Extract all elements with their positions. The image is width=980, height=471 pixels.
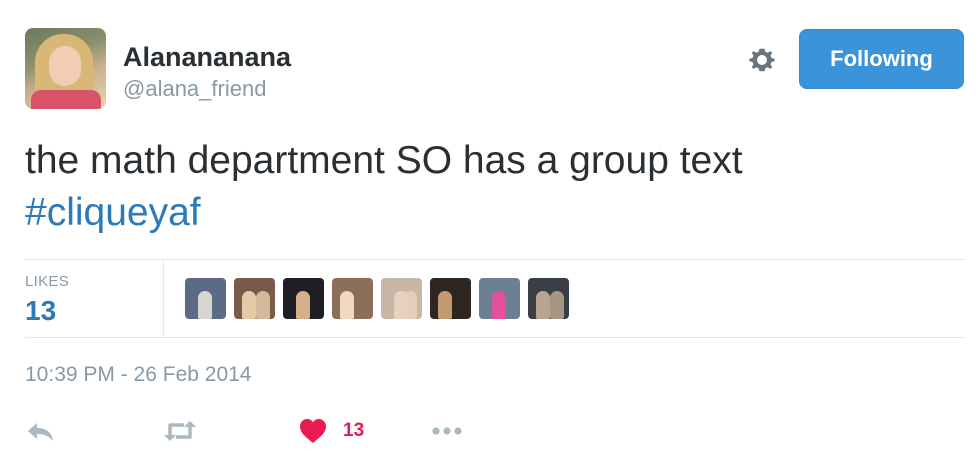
reply-icon[interactable] bbox=[25, 416, 57, 446]
timestamp[interactable]: 10:39 PM - 26 Feb 2014 bbox=[25, 363, 251, 387]
liker-figure bbox=[403, 291, 417, 319]
liker-figure bbox=[198, 291, 212, 319]
liker-avatar[interactable] bbox=[234, 278, 275, 319]
liker-avatar[interactable] bbox=[332, 278, 373, 319]
liker-avatar[interactable] bbox=[381, 278, 422, 319]
liker-figure bbox=[492, 291, 506, 319]
heart-icon[interactable] bbox=[298, 416, 328, 446]
liker-avatar[interactable] bbox=[283, 278, 324, 319]
liker-figure bbox=[550, 291, 564, 319]
retweet-icon[interactable] bbox=[162, 416, 198, 446]
liker-avatar[interactable] bbox=[528, 278, 569, 319]
liker-figure bbox=[438, 291, 452, 319]
likes-count[interactable]: 13 bbox=[25, 295, 56, 327]
stats-divider bbox=[163, 259, 164, 337]
more-icon[interactable] bbox=[430, 416, 464, 446]
avatar-face bbox=[49, 46, 81, 86]
likes-label: LIKES bbox=[25, 273, 70, 290]
liker-figure bbox=[340, 291, 354, 319]
like-count[interactable]: 13 bbox=[343, 420, 364, 442]
liker-avatar[interactable] bbox=[479, 278, 520, 319]
liker-figure bbox=[242, 291, 256, 319]
tweet-text: the math department SO has a group text … bbox=[25, 135, 955, 239]
divider bbox=[25, 259, 965, 260]
liker-figure bbox=[256, 291, 270, 319]
likers-list bbox=[185, 278, 569, 319]
avatar-shirt bbox=[31, 90, 101, 109]
tweet-body: the math department SO has a group text bbox=[25, 139, 743, 182]
liker-avatar[interactable] bbox=[185, 278, 226, 319]
avatar[interactable] bbox=[25, 28, 106, 109]
liker-avatar[interactable] bbox=[430, 278, 471, 319]
following-button[interactable]: Following bbox=[799, 29, 964, 89]
user-name[interactable]: Alanananana bbox=[123, 41, 291, 73]
liker-figure bbox=[536, 291, 550, 319]
divider bbox=[25, 337, 965, 338]
gear-icon[interactable] bbox=[745, 43, 779, 77]
hashtag-link[interactable]: #cliqueyaf bbox=[25, 187, 955, 239]
liker-figure bbox=[296, 291, 310, 319]
user-handle[interactable]: @alana_friend bbox=[123, 76, 266, 102]
